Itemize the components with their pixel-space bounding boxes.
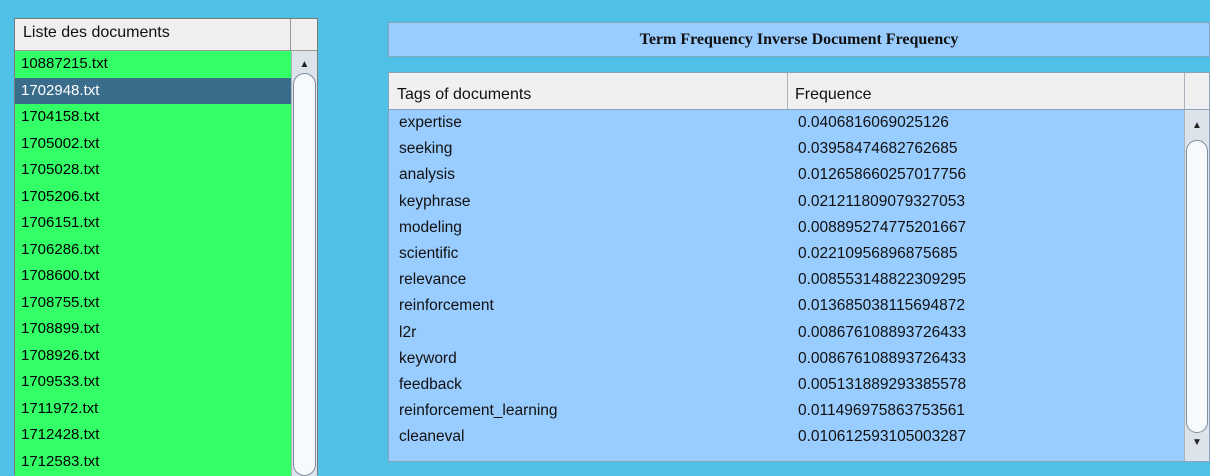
tag-cell: scientific xyxy=(399,244,459,262)
frequence-cell: 0.008676108893726433 xyxy=(798,323,967,341)
frequence-cell: 0.010612593105003287 xyxy=(798,428,967,446)
document-list-item[interactable]: 10887215.txt xyxy=(15,51,291,78)
document-list-title: Liste des documents xyxy=(23,24,170,41)
document-list-item[interactable]: 1708899.txt xyxy=(15,316,291,343)
document-list[interactable]: 10887215.txt 1702948.txt 1704158.txt 170500… xyxy=(15,51,291,476)
table-row[interactable]: scientific 0.02210956896875685 xyxy=(389,241,1184,267)
arrow-down-icon[interactable]: ▼ xyxy=(1185,435,1209,451)
table-row[interactable]: relevance 0.008553148822309295 xyxy=(389,267,1184,293)
header-corner xyxy=(290,19,317,50)
document-list-item[interactable]: 1702948.txt xyxy=(15,77,291,104)
tag-cell: modeling xyxy=(399,218,462,236)
document-list-item[interactable]: 1705028.txt xyxy=(15,157,291,184)
document-list-item[interactable]: 1709533.txt xyxy=(15,369,291,396)
document-list-scrollbar[interactable]: ▲ xyxy=(291,51,317,476)
document-list-item[interactable]: 1706151.txt xyxy=(15,210,291,237)
document-list-item[interactable]: 1706286.txt xyxy=(15,237,291,264)
document-list-item[interactable]: 1708755.txt xyxy=(15,290,291,317)
table-row[interactable]: keyphrase 0.021211809079327053 xyxy=(389,189,1184,215)
document-list-header[interactable]: Liste des documents xyxy=(15,19,317,51)
column-header-frequence[interactable]: Frequence xyxy=(795,73,872,109)
frequence-cell: 0.011496975863753561 xyxy=(798,402,965,420)
table-row[interactable]: reinforcement 0.013685038115694872 xyxy=(389,293,1184,319)
frequence-cell: 0.005131889293385578 xyxy=(798,375,967,393)
tag-cell: keyword xyxy=(399,349,457,367)
table-row[interactable]: reinforcement_learning 0.0114969758637535… xyxy=(389,398,1184,424)
tag-cell: reinforcement xyxy=(399,297,494,315)
frequence-cell: 0.008553148822309295 xyxy=(798,271,967,289)
table-row[interactable]: keyword 0.008676108893726433 xyxy=(389,346,1184,372)
column-header-tags[interactable]: Tags of documents xyxy=(397,73,531,109)
document-list-item[interactable]: 1708600.txt xyxy=(15,263,291,290)
tag-cell: cleaneval xyxy=(399,428,465,446)
table-row[interactable]: analysis 0.012658660257017756 xyxy=(389,162,1184,188)
frequence-cell: 0.03958474682762685 xyxy=(798,140,958,158)
column-separator xyxy=(1184,73,1185,109)
frequence-cell: 0.013685038115694872 xyxy=(798,297,965,315)
frequence-cell: 0.008676108893726433 xyxy=(798,349,967,367)
tag-cell: feedback xyxy=(399,375,462,393)
tag-cell: keyphrase xyxy=(399,192,471,210)
document-list-panel: Liste des documents 10887215.txt 1702948.… xyxy=(14,18,318,476)
frequence-cell: 0.02210956896875685 xyxy=(798,244,958,262)
arrow-up-icon[interactable]: ▲ xyxy=(1185,118,1209,134)
document-list-item[interactable]: 1711972.txt xyxy=(15,396,291,423)
tfidf-table: Tags of documents Frequence expertise 0.0… xyxy=(388,72,1210,462)
document-list-item[interactable]: 1705002.txt xyxy=(15,131,291,158)
table-row[interactable]: l2r 0.008676108893726433 xyxy=(389,320,1184,346)
table-row[interactable]: expertise 0.0406816069025126 xyxy=(389,110,1184,136)
document-list-item[interactable]: 1712428.txt xyxy=(15,422,291,449)
frequence-cell: 0.021211809079327053 xyxy=(798,192,965,210)
frequence-cell: 0.008895274775201667 xyxy=(798,218,967,236)
document-list-item[interactable]: 1705206.txt xyxy=(15,184,291,211)
tfidf-title: Term Frequency Inverse Document Frequenc… xyxy=(388,22,1210,57)
table-scrollbar[interactable]: ▲ ▼ xyxy=(1184,110,1209,461)
document-list-item[interactable]: 1704158.txt xyxy=(15,104,291,131)
scrollbar-thumb[interactable] xyxy=(293,73,316,476)
frequence-cell: 0.0406816069025126 xyxy=(798,114,949,131)
arrow-up-icon[interactable]: ▲ xyxy=(292,57,317,73)
table-body[interactable]: expertise 0.0406816069025126 seeking 0.0395… xyxy=(389,110,1184,461)
table-row[interactable]: feedback 0.005131889293385578 xyxy=(389,372,1184,398)
table-header: Tags of documents Frequence xyxy=(389,73,1209,110)
tag-cell: reinforcement_learning xyxy=(399,402,558,420)
column-separator xyxy=(787,73,788,109)
document-list-item[interactable]: 1708926.txt xyxy=(15,343,291,370)
tag-cell: l2r xyxy=(399,323,417,341)
scrollbar-thumb[interactable] xyxy=(1186,140,1208,433)
tag-cell: seeking xyxy=(399,140,453,158)
frequence-cell: 0.012658660257017756 xyxy=(798,166,967,184)
table-row[interactable]: seeking 0.03958474682762685 xyxy=(389,136,1184,162)
tag-cell: expertise xyxy=(399,114,462,131)
table-row[interactable]: modeling 0.008895274775201667 xyxy=(389,215,1184,241)
table-row[interactable]: cleaneval 0.010612593105003287 xyxy=(389,424,1184,450)
document-list-item[interactable]: 1712583.txt xyxy=(15,449,291,476)
tag-cell: relevance xyxy=(399,271,467,289)
tag-cell: analysis xyxy=(399,166,455,184)
